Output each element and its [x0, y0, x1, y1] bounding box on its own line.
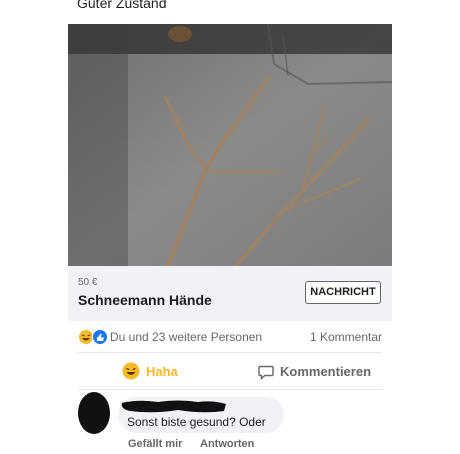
- comment-label: Kommentieren: [280, 364, 372, 379]
- haha-emoji-icon: [78, 329, 94, 345]
- comment-like-link[interactable]: Gefällt mir: [128, 438, 182, 450]
- like-thumb-icon: [92, 329, 108, 345]
- listing-photo[interactable]: [68, 24, 392, 266]
- message-button[interactable]: NACHRICHT: [305, 281, 381, 304]
- comment-bubble-icon: [258, 365, 274, 380]
- condition-text: Guter Zustand: [77, 0, 167, 11]
- reaction-icons: [78, 329, 110, 345]
- listing-price: 50 €: [78, 277, 98, 288]
- comment-text: Sonst biste gesund? Oder: [127, 415, 266, 429]
- reaction-summary[interactable]: Du und 23 weitere Personen: [110, 330, 262, 344]
- comment-bubble[interactable]: Sonst biste gesund? Oder: [118, 397, 284, 433]
- avatar[interactable]: [77, 391, 111, 435]
- branches-photo: [68, 24, 392, 266]
- reactions-row[interactable]: Du und 23 weitere Personen 1 Kommentar: [68, 326, 392, 348]
- listing-info[interactable]: 50 € Schneemann Hände NACHRICHT: [68, 266, 392, 321]
- divider: [78, 389, 382, 390]
- redacted-name: [121, 400, 226, 413]
- comment-count[interactable]: 1 Kommentar: [310, 330, 382, 344]
- listing-title[interactable]: Schneemann Hände: [78, 292, 212, 308]
- haha-label: Haha: [146, 364, 178, 379]
- comment-reply-link[interactable]: Antworten: [200, 438, 254, 450]
- divider: [78, 352, 382, 353]
- haha-emoji-icon: [122, 362, 140, 380]
